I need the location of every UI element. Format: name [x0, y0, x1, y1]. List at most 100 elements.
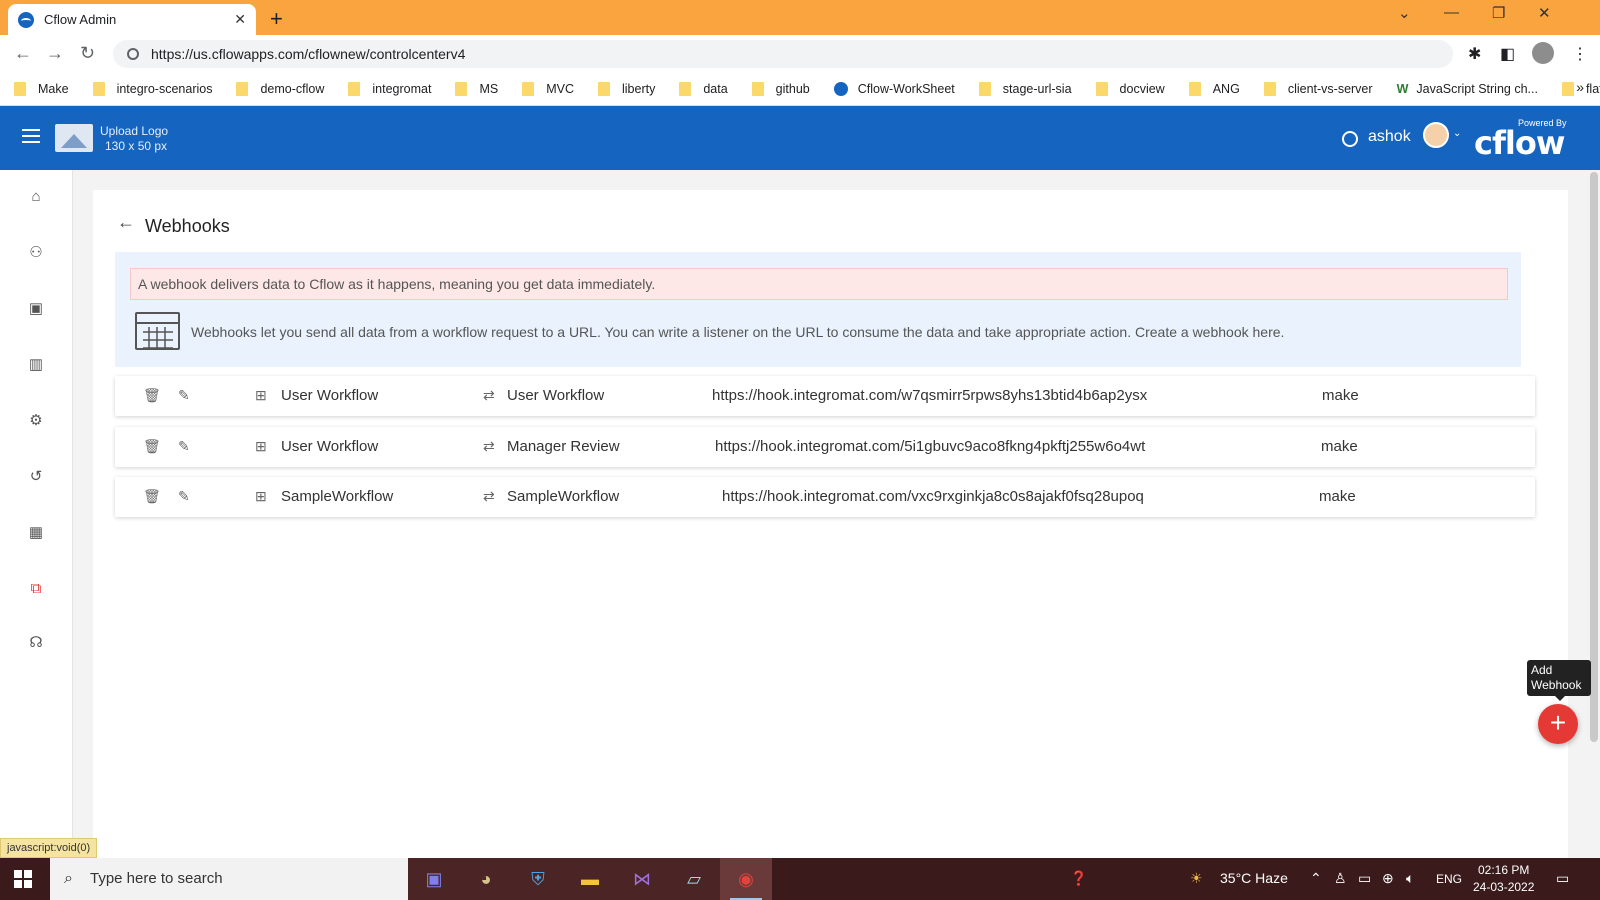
- delete-icon[interactable]: 🗑︎: [143, 488, 161, 505]
- battery-icon[interactable]: ▭: [1358, 870, 1371, 887]
- browser-tab[interactable]: Cflow Admin ✕: [8, 4, 256, 35]
- cflow-favicon-icon: [18, 11, 34, 28]
- integrations-icon[interactable]: ⧉: [27, 580, 45, 598]
- tab-search-icon[interactable]: ⌄: [1398, 4, 1411, 22]
- chrome-icon[interactable]: ◉: [720, 858, 772, 900]
- history-icon[interactable]: ↺: [27, 468, 45, 486]
- weather-text[interactable]: 35°C Haze: [1220, 870, 1288, 886]
- info-box: A webhook delivers data to Cflow as it h…: [115, 252, 1521, 367]
- network-icon[interactable]: ⊕: [1382, 870, 1394, 887]
- bookmark-item[interactable]: stage-url-sia: [978, 82, 1072, 96]
- user-settings-icon[interactable]: ⚙: [27, 412, 45, 430]
- bookmark-item[interactable]: MS: [455, 82, 498, 96]
- workflow-grid-icon: ⊞: [255, 438, 267, 454]
- taskbar-clock[interactable]: 02:16 PM 24-03-2022: [1473, 862, 1534, 896]
- folder-icon: [455, 82, 468, 96]
- folder-icon: [597, 82, 610, 96]
- edit-icon[interactable]: ✎: [178, 488, 190, 505]
- browser-tab-bar: Cflow Admin ✕ + ⌄ — ❐ ✕: [0, 0, 1600, 35]
- notepad-icon[interactable]: ▱: [668, 858, 720, 900]
- bookmark-label: Cflow-WorkSheet: [857, 82, 955, 96]
- bookmark-item[interactable]: github: [751, 82, 810, 96]
- close-window-icon[interactable]: ✕: [1538, 4, 1551, 22]
- bookmark-item[interactable]: data: [679, 82, 728, 96]
- tab-title: Cflow Admin: [44, 12, 117, 27]
- folder-icon: [348, 82, 361, 96]
- chevron-down-icon[interactable]: ⌄: [1453, 128, 1461, 139]
- close-tab-icon[interactable]: ✕: [234, 11, 246, 28]
- delete-icon[interactable]: 🗑︎: [143, 438, 161, 455]
- support-icon[interactable]: ☊: [27, 634, 45, 652]
- bookmark-item[interactable]: docview: [1095, 82, 1165, 96]
- volume-icon[interactable]: 🔈︎: [1406, 870, 1414, 887]
- bookmark-item[interactable]: MVC: [522, 82, 574, 96]
- minimize-icon[interactable]: —: [1444, 4, 1459, 21]
- bookmark-item[interactable]: ANG: [1188, 82, 1240, 96]
- calendar-icon[interactable]: ▣: [27, 300, 45, 318]
- extensions-icon[interactable]: ✱: [1468, 44, 1481, 64]
- bookmark-item[interactable]: Make: [14, 82, 69, 96]
- bookmark-label: MS: [479, 82, 499, 96]
- new-tab-icon[interactable]: +: [270, 6, 283, 32]
- bookmark-item[interactable]: integro-scenarios: [92, 82, 212, 96]
- bookmark-label: demo-cflow: [260, 82, 325, 96]
- reports-icon[interactable]: ▥: [27, 356, 45, 374]
- edit-icon[interactable]: ✎: [178, 438, 190, 455]
- bookmark-item[interactable]: integromat: [348, 82, 431, 96]
- language-indicator[interactable]: ENG: [1436, 872, 1462, 886]
- windows-start-icon[interactable]: [14, 870, 32, 888]
- teams-tray-icon[interactable]: ♙: [1334, 870, 1347, 887]
- forward-icon[interactable]: →: [46, 43, 64, 64]
- bookmark-label: integromat: [372, 82, 432, 96]
- bookmark-label: stage-url-sia: [1002, 82, 1072, 96]
- search-icon: ⌕: [64, 870, 73, 887]
- show-hidden-icons-icon[interactable]: ⌃: [1310, 870, 1322, 887]
- bookmark-item[interactable]: W JavaScript String ch...: [1397, 82, 1538, 96]
- weather-icon[interactable]: ☀: [1190, 870, 1203, 887]
- info-text: Webhooks let you send all data from a wo…: [191, 324, 1285, 340]
- dashboard-icon[interactable]: ▦: [27, 524, 45, 542]
- defender-icon[interactable]: ⛨: [512, 858, 564, 900]
- teams-icon[interactable]: ▣: [408, 858, 460, 900]
- restore-icon[interactable]: ❐: [1492, 4, 1505, 22]
- taskbar-search-input[interactable]: ⌕ Type here to search: [50, 858, 408, 900]
- bookmark-label: liberty: [621, 82, 656, 96]
- side-panel-icon[interactable]: ◧: [1500, 44, 1515, 64]
- visual-studio-icon[interactable]: ⋈: [616, 858, 668, 900]
- bookmark-item[interactable]: demo-cflow: [236, 82, 324, 96]
- browser-profile-avatar[interactable]: [1532, 42, 1554, 64]
- user-avatar[interactable]: [1423, 122, 1449, 148]
- webhook-row[interactable]: 🗑︎ ✎ ⊞ SampleWorkflow ⇄ SampleWorkflow https:/…: [115, 477, 1535, 517]
- bookmark-item[interactable]: liberty: [597, 82, 656, 96]
- scrollbar-thumb[interactable]: [1590, 172, 1598, 742]
- home-icon[interactable]: ⌂: [27, 188, 45, 206]
- stage-icon: ⇄: [483, 438, 495, 454]
- back-arrow-icon[interactable]: ←: [117, 212, 135, 233]
- reload-icon[interactable]: ↻: [80, 43, 95, 64]
- site-info-icon[interactable]: [127, 48, 139, 60]
- add-webhook-button[interactable]: +: [1538, 704, 1578, 744]
- w3schools-icon: W: [1396, 82, 1409, 96]
- bookmark-item[interactable]: client-vs-server: [1263, 82, 1373, 96]
- notifications-icon[interactable]: ▭: [1556, 870, 1569, 887]
- file-explorer-icon[interactable]: ▬: [564, 858, 616, 900]
- workflow-icon[interactable]: ⚇: [27, 244, 45, 262]
- back-icon[interactable]: ←: [14, 43, 32, 64]
- delete-icon[interactable]: 🗑︎: [143, 387, 161, 404]
- url-input[interactable]: https://us.cflowapps.com/cflownew/contro…: [113, 40, 1453, 68]
- webhook-row[interactable]: 🗑︎ ✎ ⊞ User Workflow ⇄ Manager Review https://…: [115, 427, 1535, 467]
- stage-name: User Workflow: [507, 387, 605, 404]
- bookmark-item[interactable]: Cflow-WorkSheet: [833, 82, 955, 96]
- help-icon[interactable]: ❓: [1070, 870, 1087, 887]
- logo-placeholder-icon[interactable]: [55, 124, 93, 152]
- paint-icon[interactable]: ◕: [460, 858, 512, 900]
- more-bookmarks-icon[interactable]: »: [1576, 79, 1584, 95]
- menu-icon[interactable]: ⋮: [1572, 44, 1588, 64]
- hamburger-menu-icon[interactable]: [22, 129, 40, 143]
- upload-logo-link[interactable]: Upload Logo 130 x 50 px: [100, 124, 168, 154]
- edit-icon[interactable]: ✎: [178, 387, 190, 404]
- page-title: Webhooks: [145, 216, 230, 236]
- vertical-scrollbar[interactable]: [1588, 170, 1600, 858]
- bookmark-label: Make: [38, 82, 69, 96]
- webhook-row[interactable]: 🗑︎ ✎ ⊞ User Workflow ⇄ User Workflow https://h…: [115, 376, 1535, 416]
